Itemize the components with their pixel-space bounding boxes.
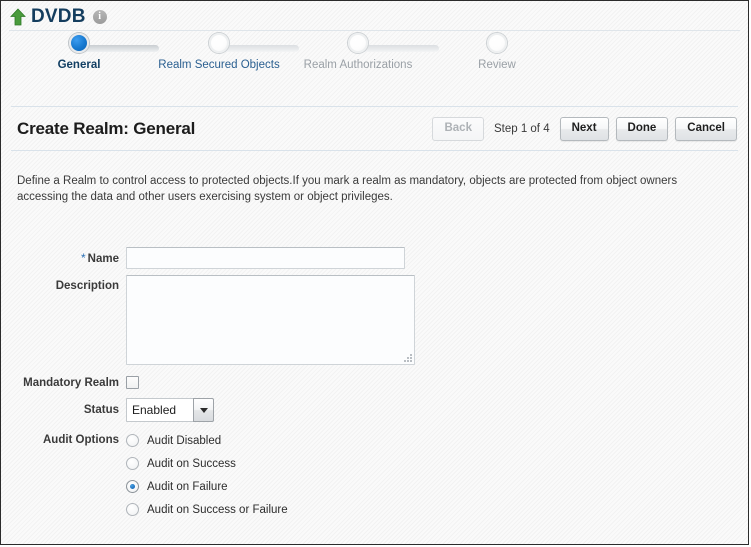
brand-divider [9,30,740,31]
form-row-status: Status Enabled [1,398,748,422]
chevron-down-icon [200,408,208,413]
step-counter: Step 1 of 4 [491,123,553,135]
done-button[interactable]: Done [616,117,669,141]
info-icon[interactable]: i [93,10,107,24]
wizard-actions: Back Step 1 of 4 Next Done Cancel [432,117,737,141]
train-label-review: Review [427,58,567,72]
train-label-realm-authorizations: Realm Authorizations [288,58,428,72]
cancel-button[interactable]: Cancel [675,117,737,141]
mandatory-realm-checkbox[interactable] [126,376,139,389]
wizard-train: General Realm Secured Objects Realm Auth… [1,33,748,97]
audit-options-label: Audit Options [1,428,126,447]
train-label-general: General [9,58,149,72]
train-dot-general [69,33,89,53]
radio-audit-disabled[interactable] [126,434,139,447]
audit-options-group: Audit Disabled Audit on Success Audit on… [126,428,288,521]
up-arrow-icon [10,8,26,26]
radio-label-audit-on-success-or-failure: Audit on Success or Failure [147,503,288,517]
status-label: Status [1,398,126,417]
status-select-value: Enabled [126,398,193,422]
page-title: Create Realm: General [17,119,195,139]
radio-label-audit-on-success: Audit on Success [147,457,236,471]
brand-bar: DVDB i [1,1,748,31]
form-row-audit-options: Audit Options Audit Disabled Audit on Su… [1,428,748,521]
name-input[interactable] [126,247,405,269]
radio-row-audit-on-failure[interactable]: Audit on Failure [126,475,288,498]
form-row-mandatory-realm: Mandatory Realm [1,375,748,390]
train-step-realm-secured-objects[interactable]: Realm Secured Objects [149,33,289,72]
title-divider-bottom [11,150,738,151]
status-select-toggle[interactable] [193,398,214,422]
radio-row-audit-on-success[interactable]: Audit on Success [126,452,288,475]
radio-audit-on-success-or-failure[interactable] [126,503,139,516]
back-button[interactable]: Back [432,117,484,141]
radio-row-audit-on-success-or-failure[interactable]: Audit on Success or Failure [126,498,288,521]
next-button[interactable]: Next [560,117,609,141]
name-label-text: Name [88,253,119,265]
create-realm-form: *Name Description Mandatory Realm [1,247,748,525]
radio-audit-on-success[interactable] [126,457,139,470]
page-header: Create Realm: General Back Step 1 of 4 N… [1,107,748,150]
train-step-general[interactable]: General [9,33,149,72]
description-label: Description [1,275,126,293]
form-row-name: *Name [1,247,748,269]
train-step-review[interactable]: Review [427,33,567,72]
train-label-realm-secured-objects[interactable]: Realm Secured Objects [149,58,289,72]
train-step-realm-authorizations[interactable]: Realm Authorizations [288,33,428,72]
description-field-wrap [126,275,415,365]
radio-audit-on-failure[interactable] [126,480,139,493]
train-dot-realm-secured-objects [209,33,229,53]
brand-title: DVDB [31,7,86,26]
train-dot-review [487,33,507,53]
application-window: DVDB i General Realm Secured Objects Rea… [0,0,749,545]
description-textarea[interactable] [126,275,415,365]
radio-label-audit-on-failure: Audit on Failure [147,480,228,494]
name-label: *Name [1,247,126,266]
required-asterisk: * [81,251,86,265]
radio-label-audit-disabled: Audit Disabled [147,434,221,448]
train-dot-realm-authorizations [348,33,368,53]
form-row-description: Description [1,275,748,365]
status-select[interactable]: Enabled [126,398,214,422]
mandatory-realm-label: Mandatory Realm [1,375,126,390]
instruction-text: Define a Realm to control access to prot… [17,173,729,205]
radio-row-audit-disabled[interactable]: Audit Disabled [126,429,288,452]
